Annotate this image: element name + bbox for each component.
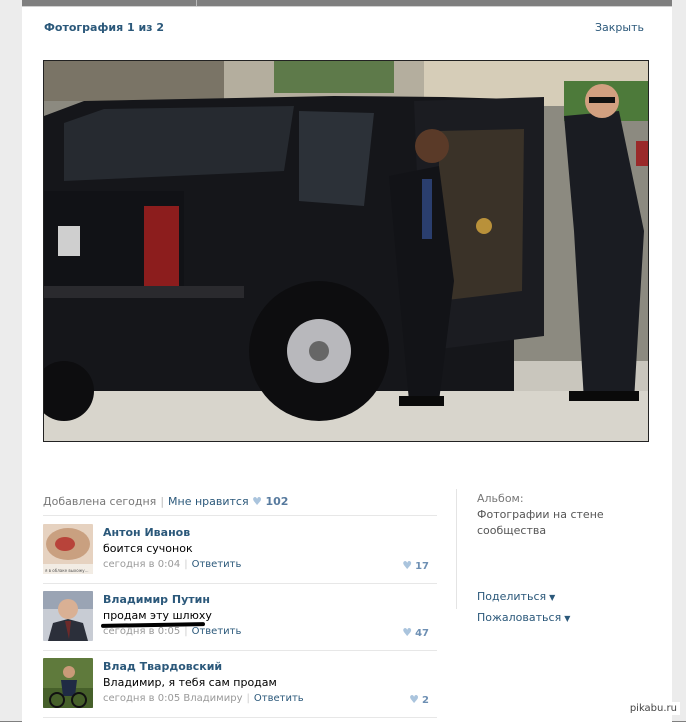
share-button[interactable]: Поделиться ▼ — [477, 590, 555, 603]
comment-meta: сегодня в 0:05 Владимиру | Ответить — [103, 693, 304, 704]
reply-button[interactable]: Ответить — [254, 693, 304, 704]
album-label: Альбом: — [477, 492, 524, 505]
share-label: Поделиться — [477, 590, 547, 603]
comment-author[interactable]: Антон Иванов — [103, 526, 190, 539]
like-button[interactable]: Мне нравится — [168, 495, 249, 508]
report-label: Пожаловаться — [477, 611, 562, 624]
photo-info-line: Добавлена сегодня | Мне нравится ♥ 102 — [43, 495, 288, 508]
comment-meta: сегодня в 0:04 | Ответить — [103, 559, 241, 570]
main-photo[interactable] — [43, 60, 649, 442]
avatar[interactable]: я в облаке выхожу... — [43, 524, 93, 574]
photo-counter-title: Фотография 1 из 2 — [44, 21, 165, 34]
background-page-right — [672, 0, 686, 721]
comment-divider — [43, 717, 437, 718]
heart-icon: ♥ — [402, 626, 413, 639]
avatar-caption: я в облаке выхожу... — [45, 568, 89, 573]
sidebar-divider — [456, 489, 457, 609]
heart-icon: ♥ — [409, 693, 420, 706]
triangle-down-icon: ▼ — [564, 614, 571, 623]
heart-icon: ♥ — [402, 559, 413, 572]
avatar[interactable] — [43, 591, 93, 641]
added-date: Добавлена сегодня — [43, 495, 157, 508]
heart-icon[interactable]: ♥ — [252, 495, 262, 508]
report-button[interactable]: Пожаловаться ▼ — [477, 611, 570, 624]
avatar[interactable] — [43, 658, 93, 708]
comment-time[interactable]: сегодня в 0:04 — [103, 559, 180, 570]
close-button[interactable]: Закрыть — [595, 21, 644, 34]
comment-item: я в облаке выхожу... Антон Иванов боится… — [43, 524, 437, 586]
reply-button[interactable]: Ответить — [192, 626, 242, 637]
photo-viewer: Фотография 1 из 2 Закрыть Добавлена сего… — [22, 6, 672, 722]
comment-time[interactable]: сегодня в 0:05 — [103, 693, 180, 704]
comment-item: Влад Твардовский Владимир, я тебя сам пр… — [43, 658, 437, 720]
photo-illustration — [44, 61, 648, 441]
album-name: Фотографии на стене сообщества — [477, 508, 604, 537]
comment-likes[interactable]: ♥ 47 — [402, 626, 429, 639]
watermark: pikabu.ru — [626, 702, 680, 715]
background-page-left — [0, 0, 22, 721]
reply-button[interactable]: Ответить — [192, 559, 242, 570]
comment-like-count: 47 — [415, 628, 429, 639]
separator: | — [160, 495, 165, 508]
comment-author[interactable]: Владимир Путин — [103, 593, 210, 606]
comment-divider — [43, 650, 437, 651]
comment-likes[interactable]: ♥ 17 — [402, 559, 429, 572]
comment-text: Владимир, я тебя сам продам — [103, 676, 277, 689]
comment-addressee[interactable]: Владимиру — [183, 693, 242, 704]
separator: | — [184, 559, 188, 570]
comment-likes[interactable]: ♥ 2 — [409, 693, 429, 706]
comment-like-count: 2 — [422, 695, 429, 706]
comment-divider — [43, 583, 437, 584]
comment-item: Владимир Путин продам эту шлюху сегодня … — [43, 591, 437, 653]
comment-text: боится сучонок — [103, 542, 193, 555]
comment-text: продам эту шлюху — [103, 609, 212, 622]
comments-divider — [43, 515, 437, 516]
avatar-image — [43, 658, 93, 708]
like-count[interactable]: 102 — [265, 495, 288, 508]
avatar-image — [43, 591, 93, 641]
separator: | — [246, 693, 250, 704]
avatar-image: я в облаке выхожу... — [43, 524, 93, 574]
comment-author[interactable]: Влад Твардовский — [103, 660, 222, 673]
separator: | — [184, 626, 188, 637]
comment-meta: сегодня в 0:05 | Ответить — [103, 626, 241, 637]
comment-time[interactable]: сегодня в 0:05 — [103, 626, 180, 637]
comment-like-count: 17 — [415, 561, 429, 572]
triangle-down-icon: ▼ — [549, 593, 556, 602]
